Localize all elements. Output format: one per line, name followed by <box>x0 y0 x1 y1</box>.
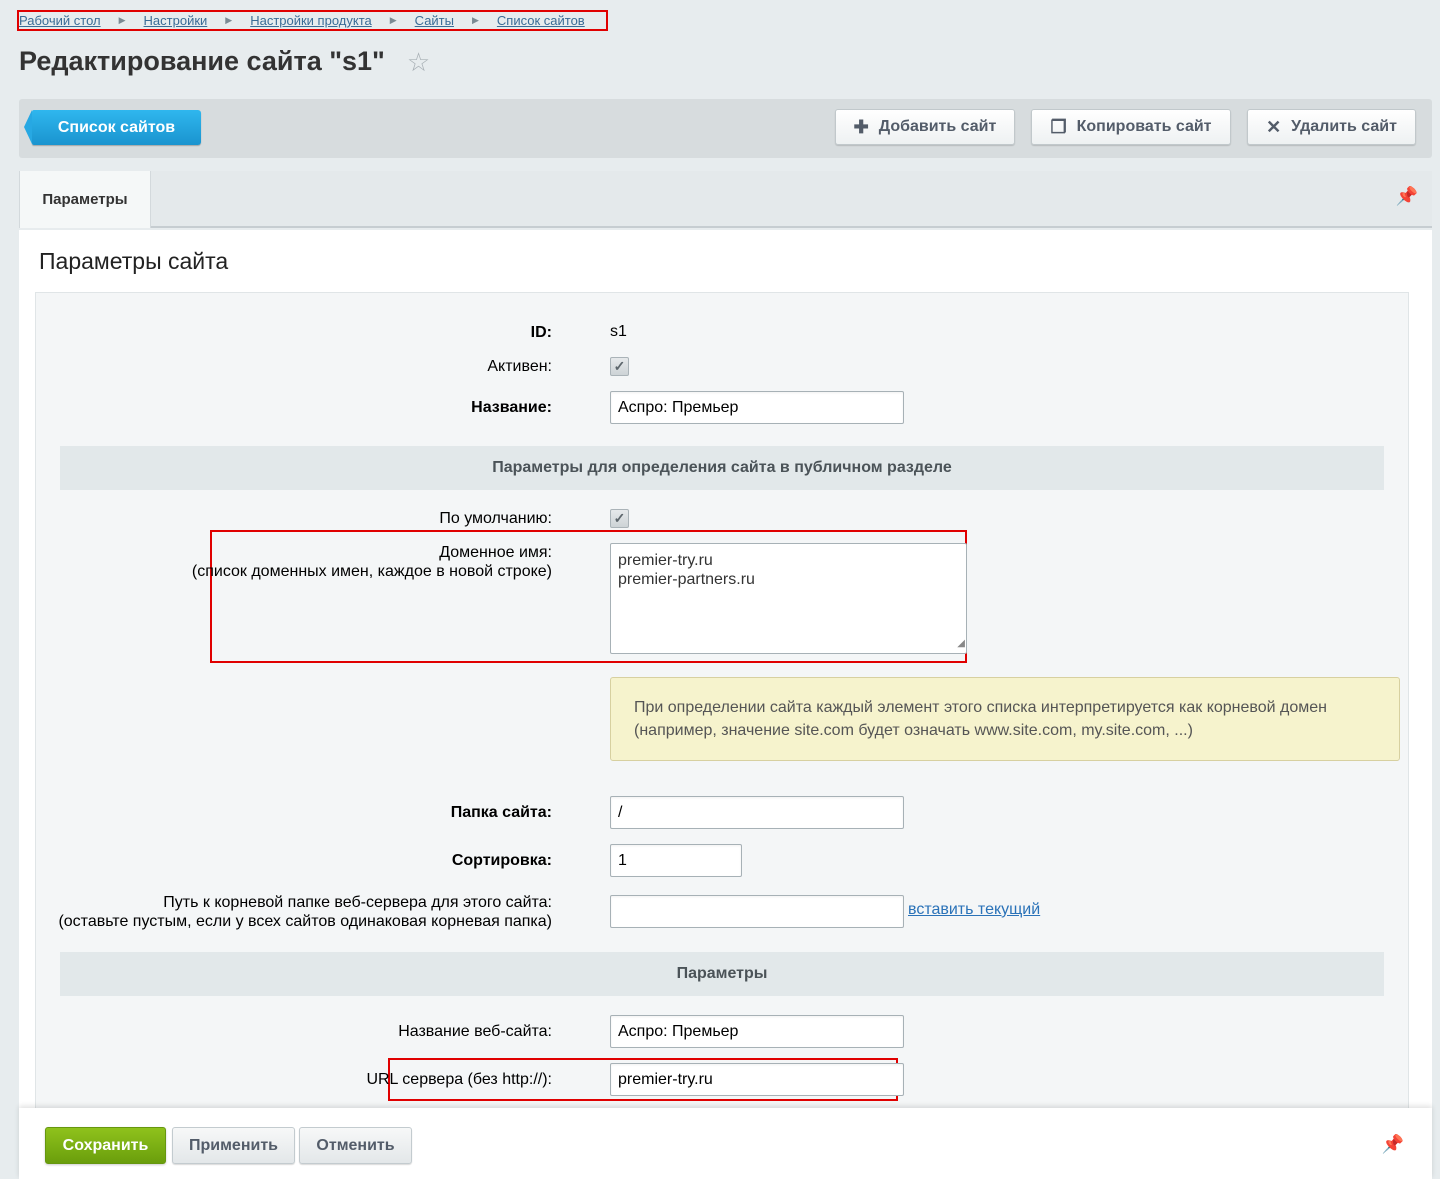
main-panel: Параметры сайта ID: s1 Активен: ✓ Назван… <box>19 230 1432 1179</box>
domain-textarea[interactable]: premier-try.ru premier-partners.ru ◢ <box>610 543 967 654</box>
notice-line: При определении сайта каждый элемент это… <box>634 699 1327 716</box>
copy-icon: ❐ <box>1050 116 1067 137</box>
pin-icon[interactable]: 📌 <box>1396 186 1418 207</box>
insert-current-link[interactable]: вставить текущий <box>908 901 1040 919</box>
sort-label: Сортировка: <box>451 852 552 869</box>
sitename-input[interactable]: Аспро: Премьер <box>610 1015 904 1048</box>
toolbar: Список сайтов ✚ Добавить сайт ❐ Копирова… <box>19 99 1432 158</box>
chevron-right-icon: ▶ <box>118 15 126 25</box>
resize-handle-icon[interactable]: ◢ <box>957 634 965 653</box>
add-site-label: Добавить сайт <box>878 118 997 135</box>
docroot-hint: (оставьте пустым, если у всех сайтов оди… <box>58 913 552 930</box>
url-input[interactable]: premier-try.ru <box>610 1063 904 1096</box>
section-parameters: Параметры <box>60 952 1384 996</box>
default-label: По умолчанию: <box>439 510 552 527</box>
star-icon[interactable]: ☆ <box>407 49 430 75</box>
footer-bar: Сохранить Применить Отменить 📌 <box>19 1108 1432 1179</box>
notice-line: (например, значение site.com будет означ… <box>634 722 1193 739</box>
form-area: ID: s1 Активен: ✓ Название: Аспро: Премь… <box>35 292 1409 1179</box>
domain-line: premier-try.ru <box>618 552 713 569</box>
sort-input[interactable]: 1 <box>610 844 742 877</box>
plus-icon: ✚ <box>853 116 869 137</box>
page-title-text: Редактирование сайта "s1" <box>19 46 385 76</box>
pin-icon[interactable]: 📌 <box>1382 1134 1404 1155</box>
panel-title: Параметры сайта <box>39 248 229 274</box>
docroot-label: Путь к корневой папке веб-сервера для эт… <box>163 894 552 911</box>
breadcrumb: Рабочий стол ▶ Настройки ▶ Настройки про… <box>17 10 608 31</box>
sitename-label: Название веб-сайта: <box>398 1023 552 1040</box>
copy-site-label: Копировать сайт <box>1076 118 1212 135</box>
add-site-button[interactable]: ✚ Добавить сайт <box>835 109 1015 145</box>
breadcrumb-sites[interactable]: Сайты <box>415 13 454 28</box>
name-label: Название: <box>471 399 552 416</box>
chevron-right-icon: ▶ <box>225 15 233 25</box>
breadcrumb-desktop[interactable]: Рабочий стол <box>19 13 101 28</box>
url-label: URL сервера (без http://): <box>366 1071 552 1088</box>
tabs-bar: Параметры 📌 <box>19 171 1432 228</box>
domain-line: premier-partners.ru <box>618 571 755 588</box>
close-icon: ✕ <box>1266 116 1282 137</box>
id-value: s1 <box>610 323 627 340</box>
active-checkbox[interactable]: ✓ <box>610 357 629 376</box>
site-list-button[interactable]: Список сайтов <box>24 110 201 145</box>
checkmark-icon: ✓ <box>613 510 626 526</box>
checkmark-icon: ✓ <box>613 358 626 374</box>
copy-site-button[interactable]: ❐ Копировать сайт <box>1031 109 1231 145</box>
chevron-right-icon: ▶ <box>471 15 479 25</box>
domain-hint: (список доменных имен, каждое в новой ст… <box>191 563 552 580</box>
folder-input[interactable]: / <box>610 796 904 829</box>
delete-site-button[interactable]: ✕ Удалить сайт <box>1247 109 1416 145</box>
chevron-right-icon: ▶ <box>389 15 397 25</box>
save-button[interactable]: Сохранить <box>45 1127 166 1164</box>
id-label: ID: <box>530 324 552 341</box>
default-checkbox[interactable]: ✓ <box>610 509 629 528</box>
breadcrumb-site-list[interactable]: Список сайтов <box>497 13 585 28</box>
docroot-input[interactable] <box>610 895 904 928</box>
domain-notice: При определении сайта каждый элемент это… <box>610 677 1400 761</box>
breadcrumb-product-settings[interactable]: Настройки продукта <box>250 13 372 28</box>
delete-site-label: Удалить сайт <box>1291 118 1397 135</box>
tab-parameters[interactable]: Параметры <box>19 171 151 228</box>
breadcrumb-settings[interactable]: Настройки <box>144 13 208 28</box>
active-label: Активен: <box>487 358 552 375</box>
section-public-site: Параметры для определения сайта в публич… <box>60 446 1384 490</box>
name-input[interactable]: Аспро: Премьер <box>610 391 904 424</box>
domain-label: Доменное имя: <box>439 544 552 561</box>
cancel-button[interactable]: Отменить <box>299 1127 412 1164</box>
apply-button[interactable]: Применить <box>172 1127 295 1164</box>
folder-label: Папка сайта: <box>450 804 552 821</box>
page-title: Редактирование сайта "s1" ☆ <box>19 46 430 77</box>
